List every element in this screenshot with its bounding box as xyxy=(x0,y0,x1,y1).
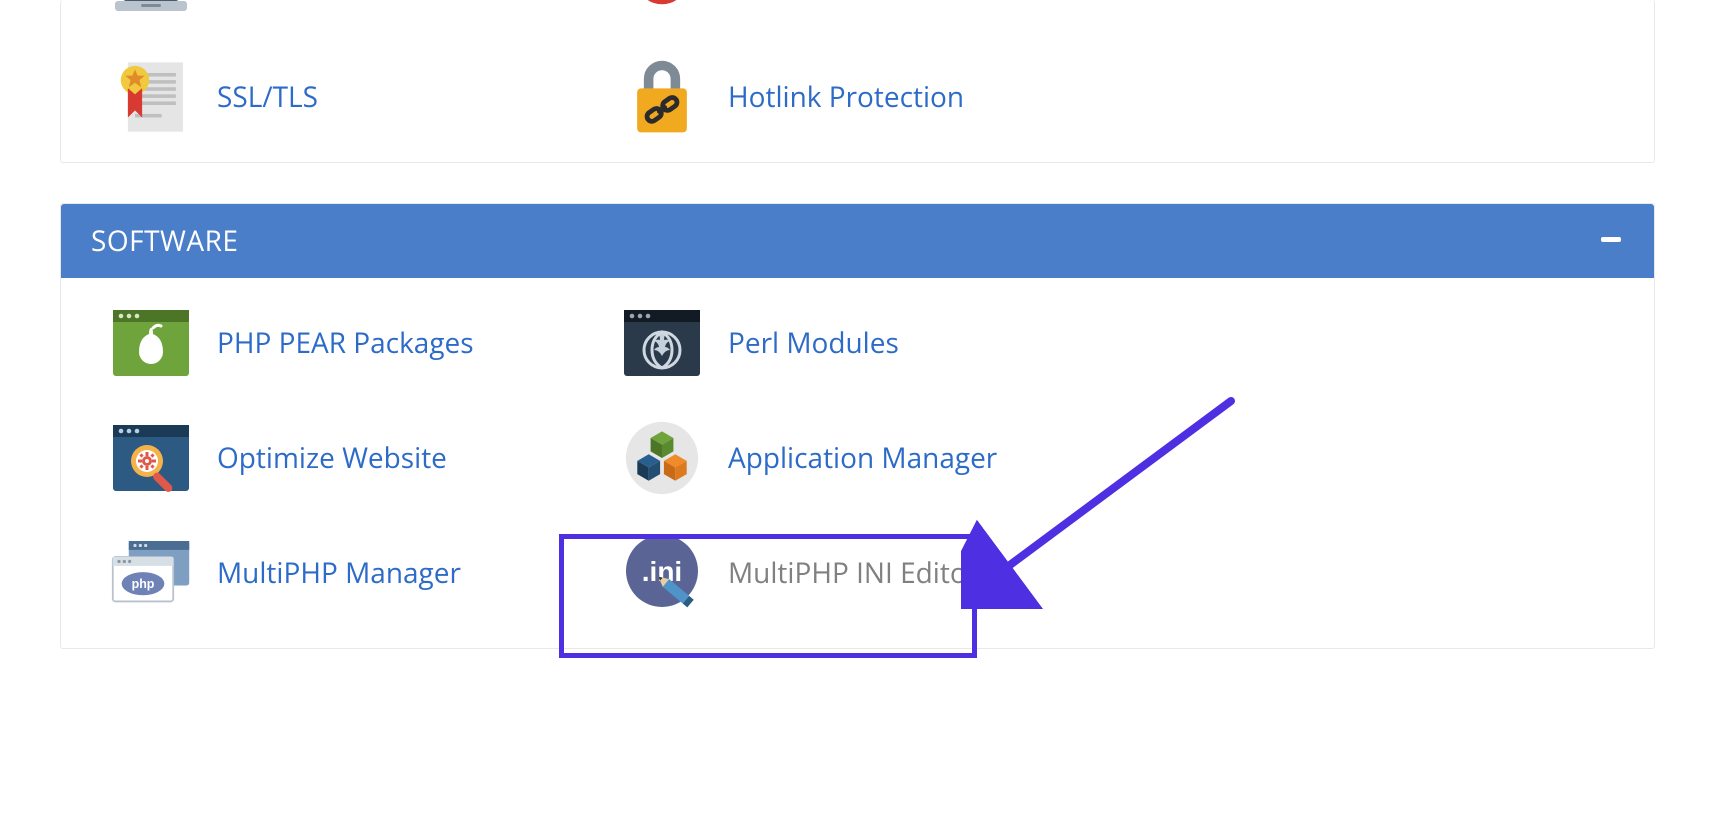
padlock-link-icon xyxy=(622,62,702,132)
forbidden-icon xyxy=(622,0,702,22)
item-label: MultiPHP Manager xyxy=(217,554,461,592)
item-label: Optimize Website xyxy=(217,439,447,477)
security-item-ssl-tls[interactable]: SSL/TLS xyxy=(111,62,602,132)
panel-title: SOFTWARE xyxy=(91,222,238,260)
certificate-icon xyxy=(111,62,191,132)
software-panel-body: PHP PEAR Packages Perl Modules xyxy=(61,278,1654,648)
software-panel-header[interactable]: SOFTWARE xyxy=(61,204,1654,278)
laptop-icon xyxy=(111,0,191,22)
software-item-optimize-website[interactable]: Optimize Website xyxy=(111,423,602,493)
software-item-php-pear-packages[interactable]: PHP PEAR Packages xyxy=(111,308,602,378)
item-label: MultiPHP INI Editor xyxy=(728,554,978,592)
perl-icon xyxy=(622,308,702,378)
software-item-perl-modules[interactable]: Perl Modules xyxy=(622,308,1113,378)
ini-edit-icon: .ini xyxy=(622,538,702,608)
security-item-unknown[interactable] xyxy=(622,0,1113,22)
item-label: SSL/TLS xyxy=(217,78,318,116)
security-item-hotlink-protection[interactable]: Hotlink Protection xyxy=(622,62,1113,132)
software-panel: SOFTWARE PHP PEAR Packages xyxy=(60,203,1655,649)
pear-icon xyxy=(111,308,191,378)
item-label: Hotlink Protection xyxy=(728,78,964,116)
item-label: PHP PEAR Packages xyxy=(217,324,474,362)
security-panel: SSL/TLS Hotlink Protection xyxy=(60,0,1655,163)
cubes-icon xyxy=(622,423,702,493)
svg-text:php: php xyxy=(132,577,155,591)
software-item-multiphp-ini-editor[interactable]: .ini MultiPHP INI Editor xyxy=(622,538,1113,608)
php-windows-icon: php xyxy=(111,538,191,608)
software-item-multiphp-manager[interactable]: php MultiPHP Manager xyxy=(111,538,602,608)
collapse-icon[interactable] xyxy=(1598,226,1624,256)
item-label: Perl Modules xyxy=(728,324,899,362)
magnify-gear-icon xyxy=(111,423,191,493)
item-label: Application Manager xyxy=(728,439,997,477)
security-item-ip-blocker[interactable] xyxy=(111,0,602,22)
software-item-application-manager[interactable]: Application Manager xyxy=(622,423,1113,493)
